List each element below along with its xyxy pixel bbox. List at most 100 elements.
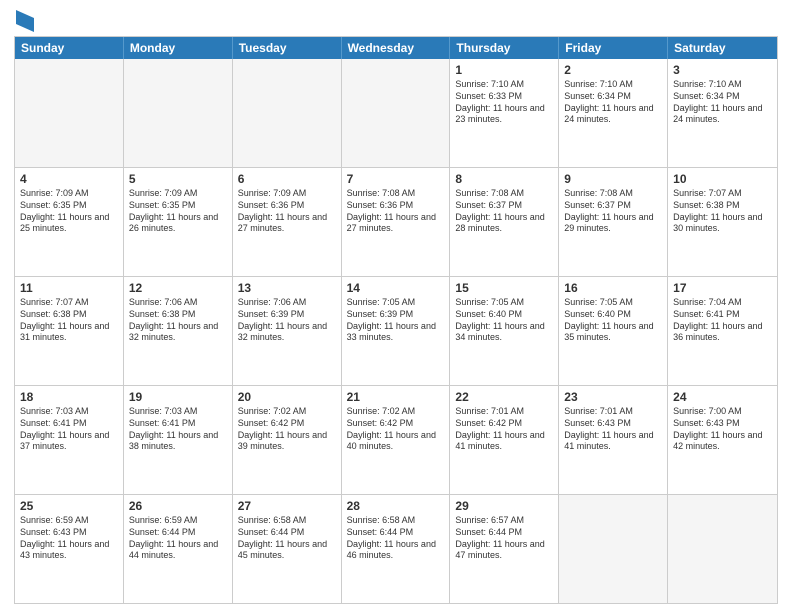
calendar-cell-r2-c0: 11Sunrise: 7:07 AMSunset: 6:38 PMDayligh… bbox=[15, 277, 124, 385]
cell-info: Sunrise: 7:10 AMSunset: 6:34 PMDaylight:… bbox=[673, 79, 772, 126]
day-number: 5 bbox=[129, 171, 227, 187]
calendar-cell-r2-c1: 12Sunrise: 7:06 AMSunset: 6:38 PMDayligh… bbox=[124, 277, 233, 385]
header-cell-thursday: Thursday bbox=[450, 37, 559, 59]
calendar-cell-r2-c2: 13Sunrise: 7:06 AMSunset: 6:39 PMDayligh… bbox=[233, 277, 342, 385]
calendar-cell-r1-c6: 10Sunrise: 7:07 AMSunset: 6:38 PMDayligh… bbox=[668, 168, 777, 276]
calendar-cell-r4-c2: 27Sunrise: 6:58 AMSunset: 6:44 PMDayligh… bbox=[233, 495, 342, 603]
calendar-cell-r2-c3: 14Sunrise: 7:05 AMSunset: 6:39 PMDayligh… bbox=[342, 277, 451, 385]
day-number: 16 bbox=[564, 280, 662, 296]
calendar-cell-r1-c1: 5Sunrise: 7:09 AMSunset: 6:35 PMDaylight… bbox=[124, 168, 233, 276]
cell-info: Sunrise: 7:10 AMSunset: 6:33 PMDaylight:… bbox=[455, 79, 553, 126]
calendar-cell-r0-c1 bbox=[124, 59, 233, 167]
day-number: 6 bbox=[238, 171, 336, 187]
cell-info: Sunrise: 7:09 AMSunset: 6:36 PMDaylight:… bbox=[238, 188, 336, 235]
day-number: 13 bbox=[238, 280, 336, 296]
day-number: 4 bbox=[20, 171, 118, 187]
cell-info: Sunrise: 7:05 AMSunset: 6:40 PMDaylight:… bbox=[455, 297, 553, 344]
cell-info: Sunrise: 7:08 AMSunset: 6:36 PMDaylight:… bbox=[347, 188, 445, 235]
calendar-cell-r0-c3 bbox=[342, 59, 451, 167]
calendar-cell-r3-c2: 20Sunrise: 7:02 AMSunset: 6:42 PMDayligh… bbox=[233, 386, 342, 494]
day-number: 27 bbox=[238, 498, 336, 514]
day-number: 8 bbox=[455, 171, 553, 187]
day-number: 14 bbox=[347, 280, 445, 296]
day-number: 23 bbox=[564, 389, 662, 405]
calendar-header-row: SundayMondayTuesdayWednesdayThursdayFrid… bbox=[15, 37, 777, 59]
calendar-cell-r0-c5: 2Sunrise: 7:10 AMSunset: 6:34 PMDaylight… bbox=[559, 59, 668, 167]
cell-info: Sunrise: 7:10 AMSunset: 6:34 PMDaylight:… bbox=[564, 79, 662, 126]
calendar-row-3: 18Sunrise: 7:03 AMSunset: 6:41 PMDayligh… bbox=[15, 385, 777, 494]
day-number: 26 bbox=[129, 498, 227, 514]
header-cell-wednesday: Wednesday bbox=[342, 37, 451, 59]
cell-info: Sunrise: 7:07 AMSunset: 6:38 PMDaylight:… bbox=[673, 188, 772, 235]
day-number: 25 bbox=[20, 498, 118, 514]
cell-info: Sunrise: 7:05 AMSunset: 6:39 PMDaylight:… bbox=[347, 297, 445, 344]
calendar-cell-r4-c5 bbox=[559, 495, 668, 603]
day-number: 28 bbox=[347, 498, 445, 514]
calendar-cell-r3-c4: 22Sunrise: 7:01 AMSunset: 6:42 PMDayligh… bbox=[450, 386, 559, 494]
calendar-cell-r3-c3: 21Sunrise: 7:02 AMSunset: 6:42 PMDayligh… bbox=[342, 386, 451, 494]
header-cell-sunday: Sunday bbox=[15, 37, 124, 59]
calendar-cell-r2-c4: 15Sunrise: 7:05 AMSunset: 6:40 PMDayligh… bbox=[450, 277, 559, 385]
calendar-cell-r4-c1: 26Sunrise: 6:59 AMSunset: 6:44 PMDayligh… bbox=[124, 495, 233, 603]
calendar-row-1: 4Sunrise: 7:09 AMSunset: 6:35 PMDaylight… bbox=[15, 167, 777, 276]
calendar-cell-r1-c3: 7Sunrise: 7:08 AMSunset: 6:36 PMDaylight… bbox=[342, 168, 451, 276]
day-number: 1 bbox=[455, 62, 553, 78]
page: SundayMondayTuesdayWednesdayThursdayFrid… bbox=[0, 0, 792, 612]
cell-info: Sunrise: 7:03 AMSunset: 6:41 PMDaylight:… bbox=[129, 406, 227, 453]
calendar-cell-r1-c2: 6Sunrise: 7:09 AMSunset: 6:36 PMDaylight… bbox=[233, 168, 342, 276]
calendar-row-2: 11Sunrise: 7:07 AMSunset: 6:38 PMDayligh… bbox=[15, 276, 777, 385]
cell-info: Sunrise: 7:01 AMSunset: 6:42 PMDaylight:… bbox=[455, 406, 553, 453]
cell-info: Sunrise: 6:57 AMSunset: 6:44 PMDaylight:… bbox=[455, 515, 553, 562]
day-number: 9 bbox=[564, 171, 662, 187]
cell-info: Sunrise: 7:09 AMSunset: 6:35 PMDaylight:… bbox=[129, 188, 227, 235]
calendar-cell-r2-c6: 17Sunrise: 7:04 AMSunset: 6:41 PMDayligh… bbox=[668, 277, 777, 385]
day-number: 2 bbox=[564, 62, 662, 78]
calendar-cell-r1-c0: 4Sunrise: 7:09 AMSunset: 6:35 PMDaylight… bbox=[15, 168, 124, 276]
day-number: 12 bbox=[129, 280, 227, 296]
calendar: SundayMondayTuesdayWednesdayThursdayFrid… bbox=[14, 36, 778, 604]
day-number: 21 bbox=[347, 389, 445, 405]
cell-info: Sunrise: 7:02 AMSunset: 6:42 PMDaylight:… bbox=[238, 406, 336, 453]
header-cell-saturday: Saturday bbox=[668, 37, 777, 59]
calendar-cell-r1-c5: 9Sunrise: 7:08 AMSunset: 6:37 PMDaylight… bbox=[559, 168, 668, 276]
header-cell-friday: Friday bbox=[559, 37, 668, 59]
cell-info: Sunrise: 7:09 AMSunset: 6:35 PMDaylight:… bbox=[20, 188, 118, 235]
cell-info: Sunrise: 6:59 AMSunset: 6:44 PMDaylight:… bbox=[129, 515, 227, 562]
cell-info: Sunrise: 7:08 AMSunset: 6:37 PMDaylight:… bbox=[564, 188, 662, 235]
calendar-cell-r1-c4: 8Sunrise: 7:08 AMSunset: 6:37 PMDaylight… bbox=[450, 168, 559, 276]
day-number: 7 bbox=[347, 171, 445, 187]
logo-icon bbox=[16, 10, 34, 32]
calendar-row-0: 1Sunrise: 7:10 AMSunset: 6:33 PMDaylight… bbox=[15, 59, 777, 167]
calendar-cell-r4-c4: 29Sunrise: 6:57 AMSunset: 6:44 PMDayligh… bbox=[450, 495, 559, 603]
calendar-cell-r4-c3: 28Sunrise: 6:58 AMSunset: 6:44 PMDayligh… bbox=[342, 495, 451, 603]
calendar-cell-r3-c1: 19Sunrise: 7:03 AMSunset: 6:41 PMDayligh… bbox=[124, 386, 233, 494]
calendar-cell-r0-c0 bbox=[15, 59, 124, 167]
day-number: 10 bbox=[673, 171, 772, 187]
day-number: 3 bbox=[673, 62, 772, 78]
cell-info: Sunrise: 7:05 AMSunset: 6:40 PMDaylight:… bbox=[564, 297, 662, 344]
cell-info: Sunrise: 6:58 AMSunset: 6:44 PMDaylight:… bbox=[347, 515, 445, 562]
calendar-cell-r4-c0: 25Sunrise: 6:59 AMSunset: 6:43 PMDayligh… bbox=[15, 495, 124, 603]
cell-info: Sunrise: 7:02 AMSunset: 6:42 PMDaylight:… bbox=[347, 406, 445, 453]
calendar-cell-r3-c5: 23Sunrise: 7:01 AMSunset: 6:43 PMDayligh… bbox=[559, 386, 668, 494]
cell-info: Sunrise: 7:03 AMSunset: 6:41 PMDaylight:… bbox=[20, 406, 118, 453]
day-number: 18 bbox=[20, 389, 118, 405]
day-number: 15 bbox=[455, 280, 553, 296]
calendar-cell-r2-c5: 16Sunrise: 7:05 AMSunset: 6:40 PMDayligh… bbox=[559, 277, 668, 385]
logo bbox=[14, 10, 34, 32]
cell-info: Sunrise: 6:59 AMSunset: 6:43 PMDaylight:… bbox=[20, 515, 118, 562]
day-number: 29 bbox=[455, 498, 553, 514]
cell-info: Sunrise: 6:58 AMSunset: 6:44 PMDaylight:… bbox=[238, 515, 336, 562]
header-cell-monday: Monday bbox=[124, 37, 233, 59]
day-number: 19 bbox=[129, 389, 227, 405]
calendar-cell-r4-c6 bbox=[668, 495, 777, 603]
day-number: 17 bbox=[673, 280, 772, 296]
day-number: 24 bbox=[673, 389, 772, 405]
day-number: 22 bbox=[455, 389, 553, 405]
day-number: 20 bbox=[238, 389, 336, 405]
calendar-cell-r3-c6: 24Sunrise: 7:00 AMSunset: 6:43 PMDayligh… bbox=[668, 386, 777, 494]
header-cell-tuesday: Tuesday bbox=[233, 37, 342, 59]
cell-info: Sunrise: 7:04 AMSunset: 6:41 PMDaylight:… bbox=[673, 297, 772, 344]
calendar-cell-r0-c4: 1Sunrise: 7:10 AMSunset: 6:33 PMDaylight… bbox=[450, 59, 559, 167]
cell-info: Sunrise: 7:00 AMSunset: 6:43 PMDaylight:… bbox=[673, 406, 772, 453]
